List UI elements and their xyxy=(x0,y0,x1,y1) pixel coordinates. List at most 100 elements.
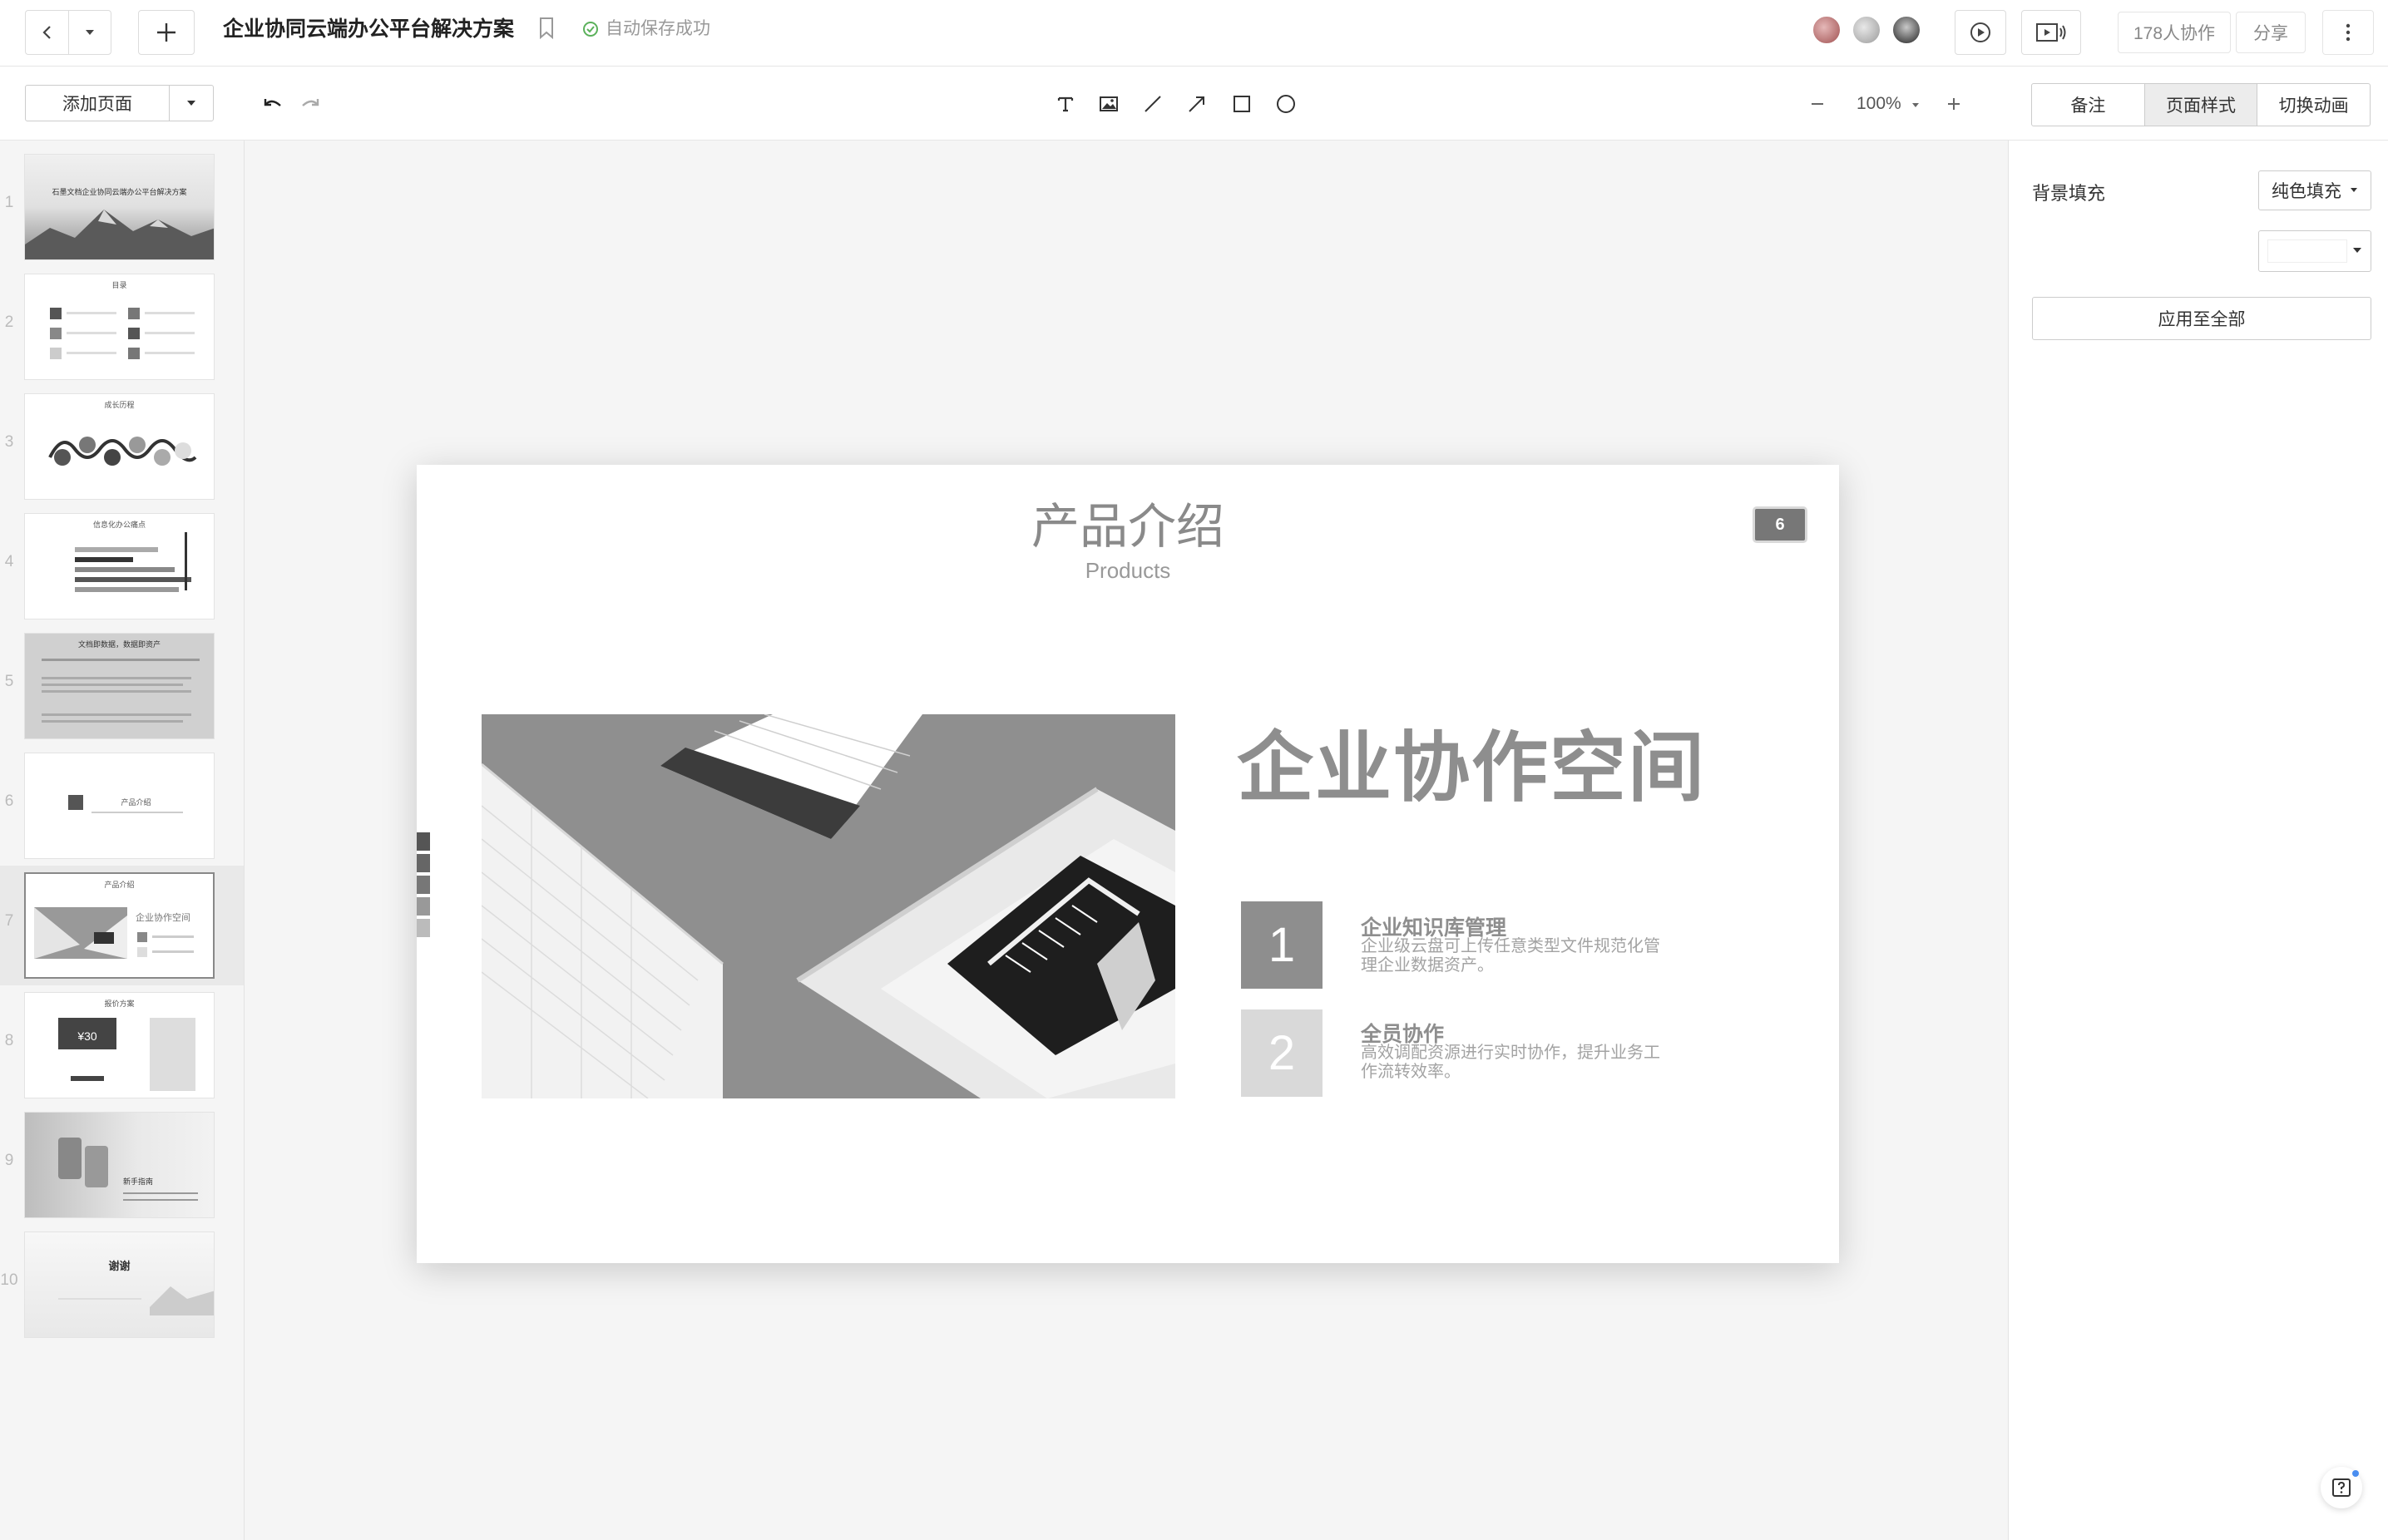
rectangle-icon xyxy=(1234,96,1250,112)
feature-number-box[interactable]: 2 xyxy=(1241,1009,1323,1097)
feature-heading[interactable]: 企业协作空间 xyxy=(1237,723,1706,814)
decor-square xyxy=(417,897,430,916)
more-menu-button[interactable] xyxy=(2322,10,2374,55)
insert-ellipse-button[interactable] xyxy=(1273,91,1298,116)
slide-preview-title: 文档即数据，数据即资产 xyxy=(77,640,161,649)
slide-thumbnail[interactable]: 10 谢谢 xyxy=(0,1225,244,1345)
document-title[interactable]: 企业协同云端办公平台解决方案 xyxy=(223,15,514,43)
avatar[interactable] xyxy=(1852,15,1881,45)
product-screenshot-image[interactable] xyxy=(482,714,1175,1098)
slide-preview-title: 石墨文档企业协同云端办公平台解决方案 xyxy=(52,188,187,196)
slide-thumbnail[interactable]: 1 石墨文档企业协同云端办公平台解决方案 xyxy=(0,147,244,267)
caret-down-icon xyxy=(187,101,195,106)
slide-thumbnail-active[interactable]: 7 产品介绍 企业协作空间 xyxy=(0,866,244,985)
current-slide[interactable]: 产品介绍 Products 6 企业协作空间 1 企业知识库管理 企业级云盘可上… xyxy=(417,465,1839,1263)
slide-preview-title: 成长历程 xyxy=(104,401,135,409)
fill-color-picker[interactable] xyxy=(2258,230,2371,272)
present-button[interactable] xyxy=(2021,10,2081,55)
slide-number: 8 xyxy=(4,1032,14,1049)
undo-button[interactable] xyxy=(260,91,285,116)
fill-type-value: 纯色填充 xyxy=(2272,182,2341,201)
slide-canvas[interactable]: 产品介绍 Products 6 企业协作空间 1 企业知识库管理 企业级云盘可上… xyxy=(245,141,2008,1540)
save-status-text: 自动保存成功 xyxy=(606,19,710,38)
insert-image-button[interactable] xyxy=(1096,91,1121,116)
slide-thumbnail[interactable]: 3 成长历程 xyxy=(0,387,244,506)
save-status: 自动保存成功 xyxy=(582,17,710,42)
slide-thumbnail[interactable]: 8 报价方案 ¥30 xyxy=(0,985,244,1105)
slide-thumbnail[interactable]: 4 信息化办公痛点 xyxy=(0,506,244,626)
redo-icon xyxy=(302,99,319,106)
tab-page-style[interactable]: 页面样式 xyxy=(2144,84,2258,126)
help-icon xyxy=(2332,1478,2351,1497)
slide-thumbnail[interactable]: 9 新手指南 xyxy=(0,1105,244,1225)
collaborators-button[interactable]: 178人协作 xyxy=(2118,12,2231,53)
arrow-icon xyxy=(1189,96,1204,112)
insert-rectangle-button[interactable] xyxy=(1229,91,1254,116)
background-fill-label: 背景填充 xyxy=(2032,183,2106,204)
slide-subtitle[interactable]: Products xyxy=(417,558,1839,584)
feature-description[interactable]: 企业级云盘可上传任意类型文件规范化管理企业数据资产。 xyxy=(1361,937,1660,975)
slide-number: 9 xyxy=(4,1152,14,1169)
insert-line-button[interactable] xyxy=(1140,91,1165,116)
zoom-in-button[interactable] xyxy=(1941,91,1966,116)
zoom-out-button[interactable] xyxy=(1805,91,1830,116)
slide-preview-title: 产品介绍 xyxy=(121,798,151,807)
slide-preview: 产品介绍 企业协作空间 xyxy=(24,872,215,979)
slide-preview: 产品介绍 xyxy=(24,753,215,859)
notification-dot xyxy=(2352,1470,2359,1477)
check-circle-icon xyxy=(583,22,598,37)
slide-number: 2 xyxy=(4,313,14,331)
decor-square xyxy=(417,854,430,872)
slide-title[interactable]: 产品介绍 xyxy=(417,498,1839,556)
fill-type-select[interactable]: 纯色填充 xyxy=(2258,170,2371,210)
insert-text-button[interactable] xyxy=(1053,91,1078,116)
caret-down-icon xyxy=(86,30,94,35)
slide-preview-subtitle: 企业协作空间 xyxy=(136,913,190,923)
play-button[interactable] xyxy=(1955,10,2006,55)
decor-square xyxy=(417,876,430,894)
new-document-button[interactable] xyxy=(138,10,195,55)
add-page-button[interactable]: 添加页面 xyxy=(25,85,214,121)
slide-thumbnail-panel: 1 石墨文档企业协同云端办公平台解决方案 2 目录 3 成长历程 4 信息化办公… xyxy=(0,141,245,1540)
mountain-graphic xyxy=(25,210,214,259)
top-bar: 企业协同云端办公平台解决方案 自动保存成功 178人协作 分享 xyxy=(0,0,2388,67)
slide-preview: 石墨文档企业协同云端办公平台解决方案 xyxy=(24,154,215,260)
avatar[interactable] xyxy=(1891,15,1921,45)
slide-preview-title: 信息化办公痛点 xyxy=(92,521,146,529)
help-button[interactable] xyxy=(2321,1467,2362,1508)
back-button[interactable] xyxy=(25,10,68,55)
slide-number: 5 xyxy=(4,673,14,690)
add-page-dropdown[interactable] xyxy=(170,86,213,121)
slide-number: 1 xyxy=(4,194,14,211)
slide-thumbnail[interactable]: 6 产品介绍 xyxy=(0,746,244,866)
decor-square xyxy=(417,919,430,937)
share-button[interactable]: 分享 xyxy=(2236,12,2306,53)
slide-preview-title: 产品介绍 xyxy=(104,881,135,889)
circle-icon xyxy=(1277,95,1295,113)
slide-preview: 成长历程 xyxy=(24,393,215,500)
slide-number: 4 xyxy=(4,553,14,570)
redo-button[interactable] xyxy=(298,91,323,116)
decor-square xyxy=(417,832,430,851)
slide-preview: 目录 xyxy=(24,274,215,380)
color-swatch xyxy=(2267,239,2347,263)
timeline-graphic xyxy=(48,437,197,466)
tab-notes[interactable]: 备注 xyxy=(2032,84,2145,126)
bookmark-icon[interactable] xyxy=(537,17,556,44)
feature-number-box[interactable]: 1 xyxy=(1241,901,1323,989)
plus-icon xyxy=(1948,98,1960,110)
avatar[interactable] xyxy=(1812,15,1842,45)
caret-down-icon xyxy=(2353,248,2361,253)
tab-transition[interactable]: 切换动画 xyxy=(2257,84,2370,126)
slide-thumbnail[interactable]: 2 目录 xyxy=(0,267,244,387)
history-dropdown-button[interactable] xyxy=(68,10,111,55)
slide-thumbnail[interactable]: 5 文档即数据，数据即资产 xyxy=(0,626,244,746)
zoom-level-select[interactable]: 100% xyxy=(1857,91,1920,116)
slide-preview: 谢谢 xyxy=(24,1232,215,1338)
more-vertical-icon xyxy=(2346,23,2351,42)
add-page-label[interactable]: 添加页面 xyxy=(26,86,170,121)
page-number-badge[interactable]: 6 xyxy=(1753,506,1807,543)
apply-to-all-button[interactable]: 应用至全部 xyxy=(2032,297,2371,340)
insert-arrow-button[interactable] xyxy=(1184,91,1209,116)
feature-description[interactable]: 高效调配资源进行实时协作，提升业务工作流转效率。 xyxy=(1361,1044,1660,1082)
